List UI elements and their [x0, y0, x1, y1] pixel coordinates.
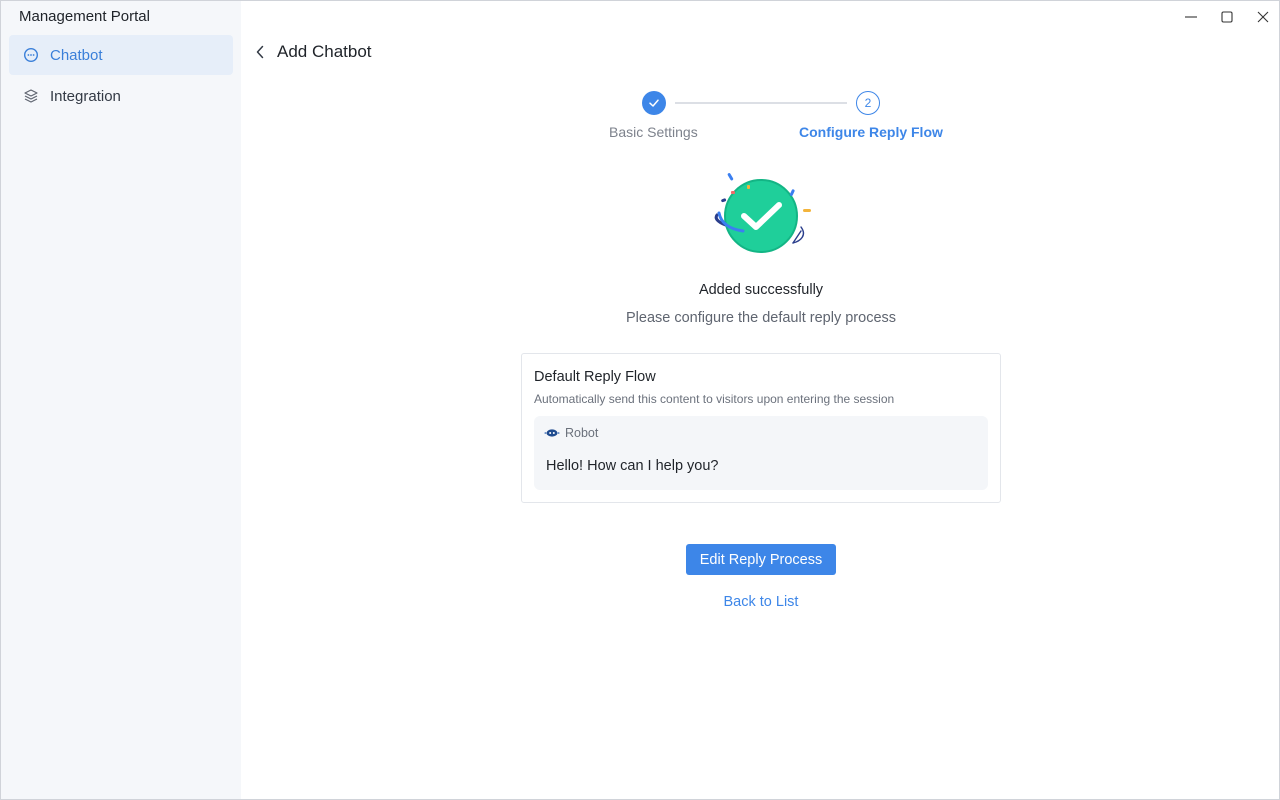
app-title: Management Portal [19, 8, 150, 25]
chevron-left-icon [256, 45, 264, 59]
sidebar-item-label: Integration [50, 87, 121, 105]
back-to-list-link-row: Back to List [1, 594, 1279, 610]
close-icon [1257, 11, 1269, 23]
page-title: Add Chatbot [277, 42, 372, 61]
back-to-list-link[interactable]: Back to List [724, 594, 799, 610]
message-preview: Robot Hello! How can I help you? [534, 416, 988, 490]
success-title: Added successfully [698, 282, 824, 298]
step-basic-settings-indicator [642, 91, 666, 115]
sidebar-item-integration[interactable]: Integration [9, 76, 233, 116]
layers-icon [23, 88, 39, 104]
sender-name: Robot [565, 426, 599, 440]
robot-icon [544, 427, 560, 439]
message-text: Hello! How can I help you? [546, 458, 719, 474]
check-icon [649, 99, 659, 107]
sender-row: Robot [544, 426, 598, 440]
success-subtitle: Please configure the default reply proce… [625, 310, 897, 326]
edit-reply-process-button[interactable]: Edit Reply Process [686, 544, 836, 575]
sidebar-item-chatbot[interactable]: Chatbot [9, 35, 233, 75]
sidebar: Management Portal Chatbot Integration [1, 1, 241, 799]
close-button[interactable] [1250, 5, 1276, 29]
minimize-button[interactable] [1178, 5, 1204, 29]
step-basic-settings-label: Basic Settings [609, 124, 698, 140]
maximize-button[interactable] [1214, 5, 1240, 29]
step-connector [675, 102, 847, 104]
app-window: Management Portal Chatbot Integration Ad… [0, 0, 1280, 800]
maximize-icon [1221, 11, 1233, 23]
minimize-icon [1185, 16, 1197, 18]
default-reply-flow-card: Default Reply Flow Automatically send th… [521, 353, 1001, 503]
back-button[interactable] [251, 42, 269, 62]
card-description: Automatically send this content to visit… [534, 392, 895, 406]
step-configure-reply-flow-indicator: 2 [856, 91, 880, 115]
step-configure-reply-flow-label: Configure Reply Flow [799, 124, 943, 140]
success-check-illustration [709, 169, 815, 259]
card-title: Default Reply Flow [534, 369, 656, 385]
sidebar-item-label: Chatbot [50, 46, 103, 64]
chat-bubble-icon [23, 47, 39, 63]
